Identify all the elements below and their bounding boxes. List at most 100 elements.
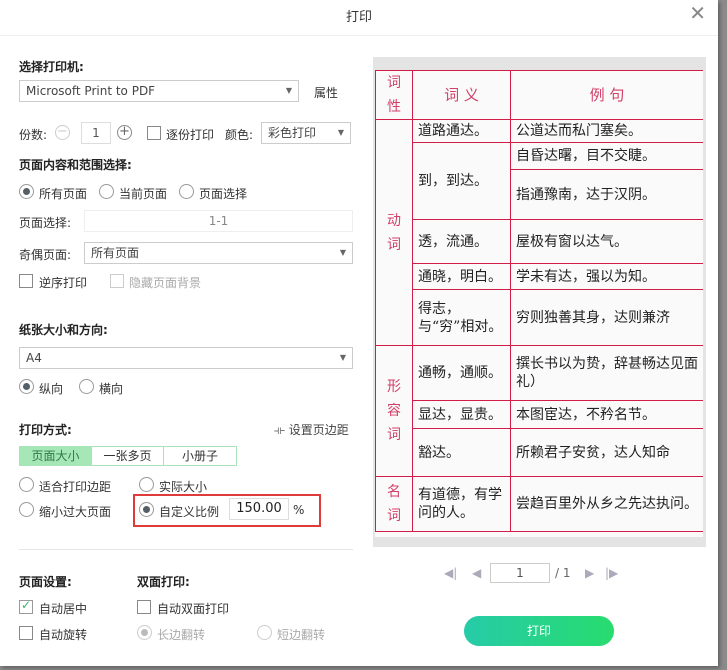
tab-booklet[interactable]: 小册子 — [164, 447, 236, 465]
margins-icon: ⟛ — [274, 423, 289, 437]
all-pages-radio[interactable] — [19, 184, 34, 199]
increment-icon[interactable]: + — [117, 125, 132, 140]
meaning: 得志，与“穷”相对。 — [412, 289, 511, 346]
chevron-down-icon: ▼ — [337, 128, 344, 137]
page-total: / 1 — [555, 566, 571, 580]
short-edge-label: 短边翻转 — [277, 628, 326, 642]
example: 学未有达，强以为知。 — [510, 263, 703, 290]
meaning: 通畅，通顺。 — [412, 345, 511, 401]
meaning: 到，到达。 — [412, 142, 511, 220]
reverse-print-label: 逆序打印 — [39, 276, 88, 290]
pos-verb: 动词 — [375, 119, 413, 346]
long-edge-label: 长边翻转 — [157, 628, 206, 642]
example: 本图宦达，不矜名节。 — [510, 400, 703, 429]
page-range-input[interactable]: 1-1 — [84, 210, 353, 232]
title-bar: 打印 — [0, 0, 718, 36]
shrink-oversized-radio[interactable] — [19, 502, 34, 517]
collate-label: 逐份打印 — [166, 128, 215, 142]
page-range-label: 页面选择: — [19, 216, 72, 230]
meaning: 道路通达。 — [412, 119, 511, 143]
print-dialog: 打印 ✕ 选择打印机: Microsoft Print to PDF ▼ 属性 份… — [0, 0, 718, 666]
all-pages-label: 所有页面 — [39, 187, 88, 201]
check-icon: ✓ — [21, 598, 32, 612]
paper-size-select[interactable]: A4 ▼ — [19, 347, 353, 369]
current-page-label: 当前页面 — [119, 187, 168, 201]
last-page-icon[interactable]: |▶ — [605, 566, 618, 580]
close-icon[interactable]: ✕ — [689, 2, 706, 24]
header-pos: 词性 — [375, 70, 413, 120]
example: 指通豫南，达于汉阴。 — [510, 169, 703, 220]
odd-even-select[interactable]: 所有页面 ▼ — [84, 242, 353, 264]
hide-background-label: 隐藏页面背景 — [129, 276, 202, 290]
meaning: 通晓，明白。 — [412, 263, 511, 290]
paper-label: 纸张大小和方向: — [19, 323, 108, 337]
current-page-radio[interactable] — [99, 184, 114, 199]
pos-adjective: 形容词 — [375, 345, 413, 477]
highlight-box — [133, 494, 321, 527]
range-label: 页面内容和范围选择: — [19, 158, 132, 172]
paper-size-value: A4 — [26, 351, 42, 365]
shrink-oversized-label: 缩小过大页面 — [39, 505, 112, 519]
fit-margins-radio[interactable] — [19, 477, 34, 492]
fit-margins-label: 适合打印边距 — [39, 480, 112, 494]
chevron-down-icon: ▼ — [339, 248, 346, 257]
decrement-icon[interactable]: − — [55, 125, 70, 140]
prev-page-icon[interactable]: ◀ — [472, 566, 481, 580]
color-value: 彩色打印 — [268, 126, 317, 140]
example: 穷则独善其身，达则兼济 — [510, 289, 703, 346]
preview-page: 词性词 义例 句 动词 道路通达。 公道达而私门塞矣。 到，到达。 自昏达曙，目不交睫… — [375, 70, 703, 537]
color-select[interactable]: 彩色打印 ▼ — [261, 122, 351, 144]
auto-duplex-checkbox[interactable] — [137, 600, 151, 614]
print-button[interactable]: 打印 — [464, 616, 614, 646]
duplex-label: 双面打印: — [137, 575, 190, 589]
auto-duplex-label: 自动双面打印 — [157, 602, 230, 616]
pos-noun: 名词 — [375, 476, 413, 532]
collate-checkbox[interactable] — [147, 126, 161, 140]
next-page-icon[interactable]: ▶ — [585, 566, 594, 580]
landscape-label: 横向 — [99, 382, 124, 396]
preview-table: 词性词 义例 句 动词 道路通达。 公道达而私门塞矣。 到，到达。 自昏达曙，目不交睫… — [375, 70, 703, 532]
header-example: 例 句 — [510, 70, 703, 120]
set-margins-button[interactable]: ⟛ 设置页边距 — [274, 421, 349, 438]
portrait-radio[interactable] — [19, 379, 34, 394]
landscape-radio[interactable] — [79, 379, 94, 394]
actual-size-label: 实际大小 — [159, 480, 208, 494]
print-preview: 词性词 义例 句 动词 道路通达。 公道达而私门塞矣。 到，到达。 自昏达曙，目不交睫… — [373, 57, 706, 547]
actual-size-radio[interactable] — [139, 477, 154, 492]
auto-rotate-checkbox[interactable] — [19, 626, 33, 640]
example: 自昏达曙，目不交睫。 — [510, 142, 703, 170]
meaning: 透，流通。 — [412, 219, 511, 264]
meaning: 豁达。 — [412, 428, 511, 477]
printer-value: Microsoft Print to PDF — [26, 84, 156, 98]
dialog-title: 打印 — [345, 10, 372, 25]
page-select-label: 页面选择 — [199, 187, 248, 201]
header-meaning: 词 义 — [412, 70, 511, 120]
example: 尝趋百里外从乡之先达执问。 — [510, 476, 703, 532]
auto-center-checkbox[interactable]: ✓ — [19, 598, 33, 614]
copies-input[interactable]: 1 — [81, 122, 111, 144]
portrait-label: 纵向 — [39, 382, 64, 396]
meaning: 显达，显贵。 — [412, 400, 511, 429]
short-edge-radio[interactable] — [257, 625, 272, 640]
reverse-print-checkbox[interactable] — [19, 274, 33, 288]
odd-even-label: 奇偶页面: — [19, 248, 72, 262]
copies-label: 份数: — [19, 128, 48, 142]
first-page-icon[interactable]: ◀| — [444, 566, 457, 580]
tab-page-size[interactable]: 页面大小 — [20, 447, 92, 465]
auto-rotate-label: 自动旋转 — [39, 628, 88, 642]
page-setup-label: 页面设置: — [19, 575, 72, 589]
example: 所赖君子安贫，达人知命 — [510, 428, 703, 477]
printer-label: 选择打印机: — [19, 60, 84, 74]
long-edge-radio[interactable] — [137, 625, 152, 640]
page-select-radio[interactable] — [179, 184, 194, 199]
print-mode-label: 打印方式: — [19, 423, 72, 437]
page-number-input[interactable]: 1 — [490, 563, 550, 583]
tab-multi-page[interactable]: 一张多页 — [92, 447, 164, 465]
printer-properties-link[interactable]: 属性 — [314, 84, 338, 101]
auto-center-label: 自动居中 — [39, 602, 88, 616]
color-label: 颜色: — [225, 128, 254, 142]
hide-background-checkbox[interactable] — [110, 274, 124, 288]
print-mode-tabs: 页面大小 一张多页 小册子 — [19, 446, 237, 466]
chevron-down-icon: ▼ — [339, 353, 346, 362]
printer-select[interactable]: Microsoft Print to PDF ▼ — [19, 80, 299, 102]
